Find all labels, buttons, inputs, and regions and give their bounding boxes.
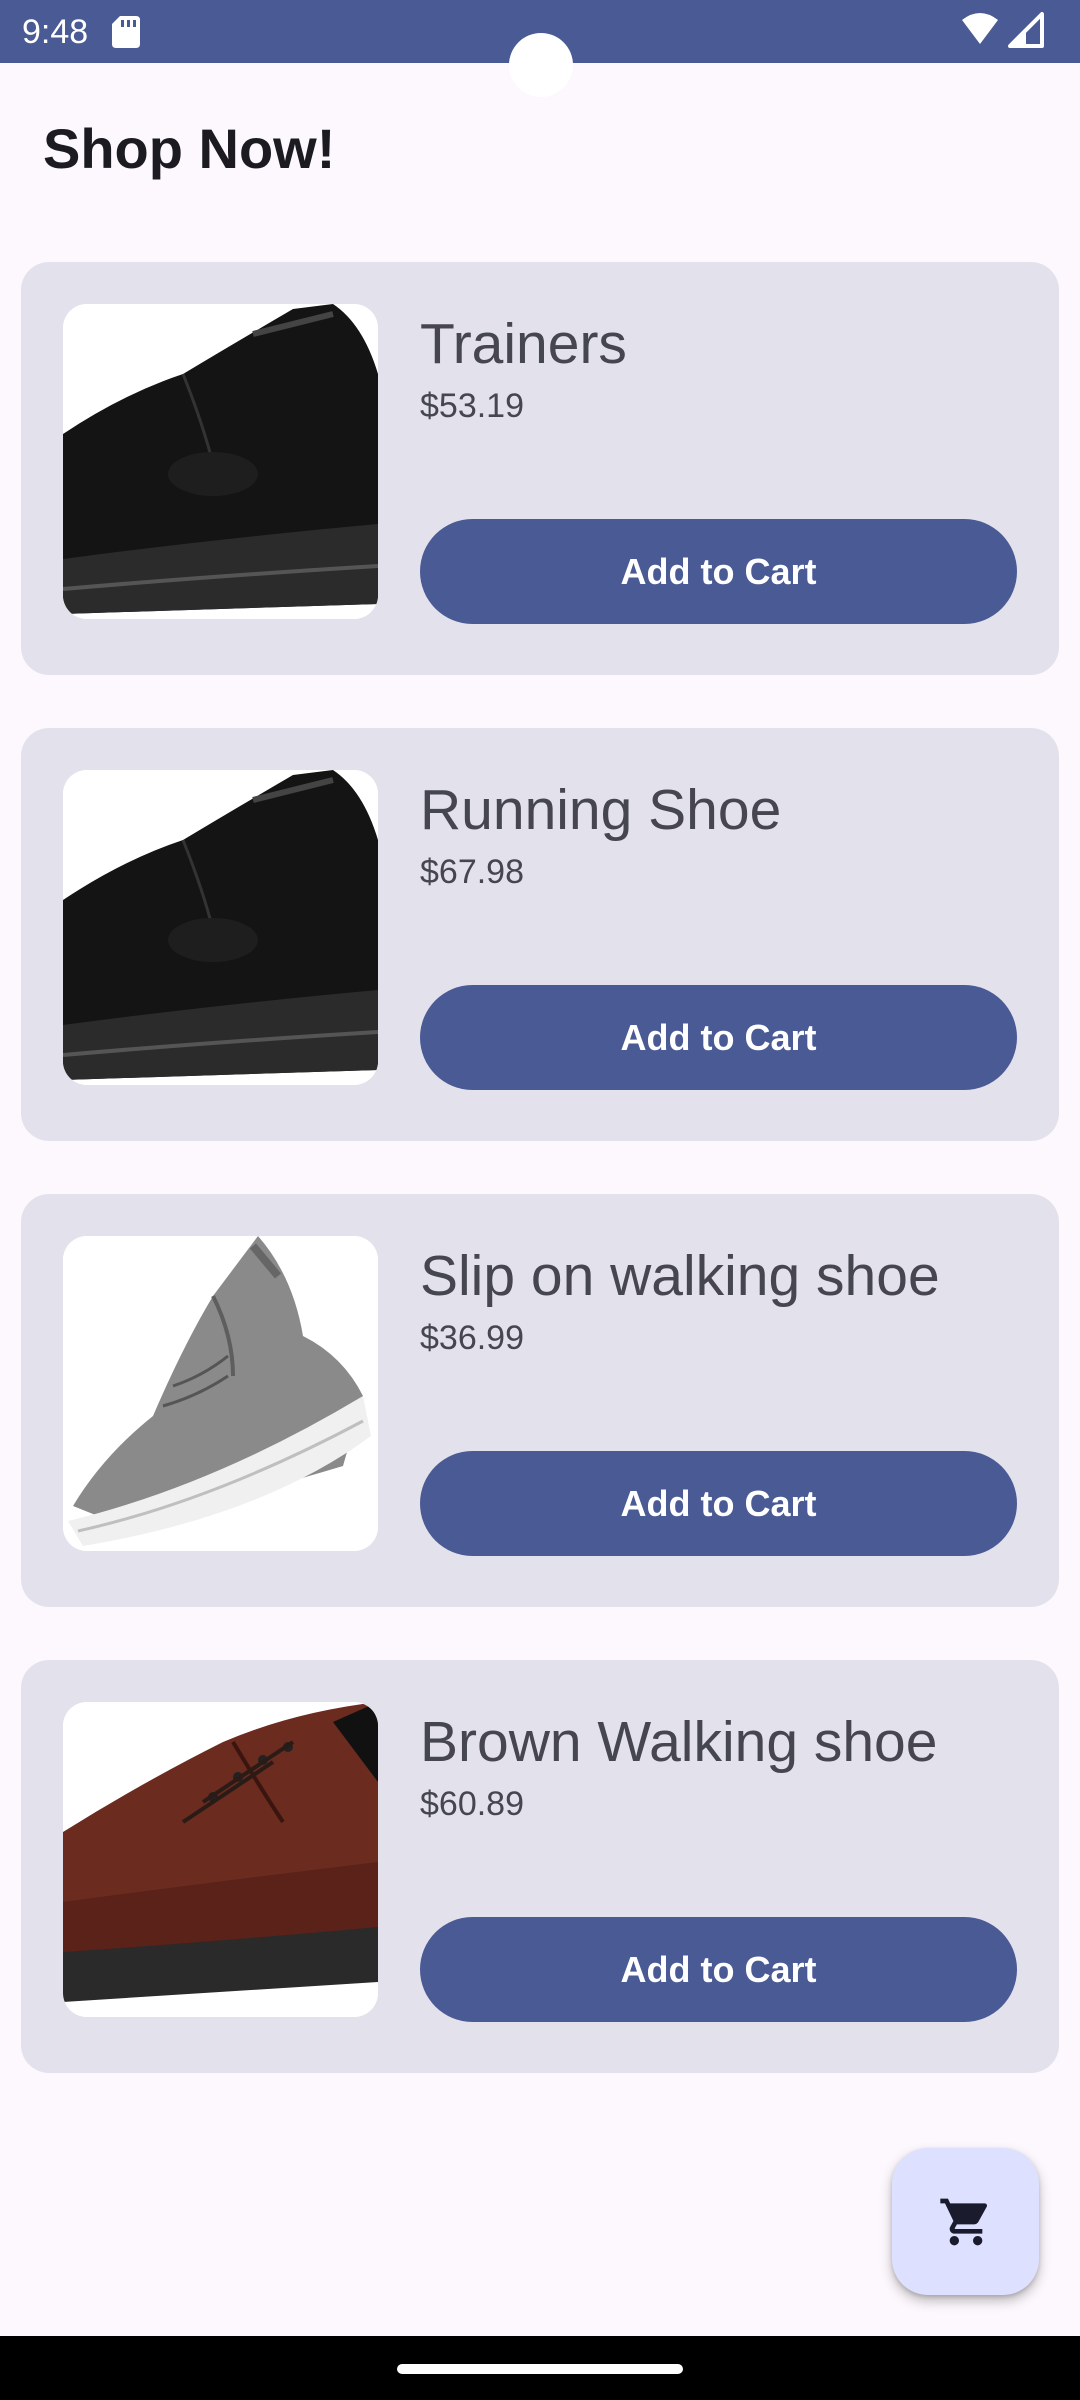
- add-to-cart-button[interactable]: Add to Cart: [420, 519, 1017, 624]
- page-title: Shop Now!: [43, 117, 336, 180]
- status-time: 9:48: [22, 13, 89, 51]
- camera-cutout: [509, 33, 573, 97]
- add-to-cart-button[interactable]: Add to Cart: [420, 1917, 1017, 2022]
- cart-fab-button[interactable]: [892, 2148, 1039, 2295]
- status-icons: [962, 12, 1044, 48]
- product-name: Running Shoe: [420, 778, 782, 842]
- product-price: $67.98: [420, 853, 524, 891]
- grey-knit-sneaker-image: [63, 1236, 378, 1551]
- cell-signal-icon: [1008, 12, 1044, 48]
- navigation-bar: [0, 2336, 1080, 2400]
- brown-leather-shoe-image: [63, 1702, 378, 2017]
- home-gesture-handle[interactable]: [397, 2364, 683, 2374]
- product-card-brown-walking-shoe: Brown Walking shoe $60.89 Add to Cart: [21, 1660, 1059, 2073]
- shopping-cart-icon: [939, 2198, 987, 2245]
- sd-card-icon: [112, 16, 140, 48]
- product-card-slip-on-walking-shoe: Slip on walking shoe $36.99 Add to Cart: [21, 1194, 1059, 1607]
- screen: 9:48 Shop Now! Trainers $53.19 Add to Ca…: [0, 0, 1080, 2400]
- product-price: $53.19: [420, 387, 524, 425]
- product-price: $36.99: [420, 1319, 524, 1357]
- add-to-cart-button[interactable]: Add to Cart: [420, 985, 1017, 1090]
- add-to-cart-button[interactable]: Add to Cart: [420, 1451, 1017, 1556]
- product-card-running-shoe: Running Shoe $67.98 Add to Cart: [21, 728, 1059, 1141]
- black-trainer-image: [63, 770, 378, 1085]
- product-name: Trainers: [420, 312, 627, 376]
- product-name: Slip on walking shoe: [420, 1244, 940, 1308]
- product-name: Brown Walking shoe: [420, 1710, 938, 1774]
- product-price: $60.89: [420, 1785, 524, 1823]
- product-card-trainers: Trainers $53.19 Add to Cart: [21, 262, 1059, 675]
- wifi-icon: [962, 13, 998, 44]
- black-trainer-image: [63, 304, 378, 619]
